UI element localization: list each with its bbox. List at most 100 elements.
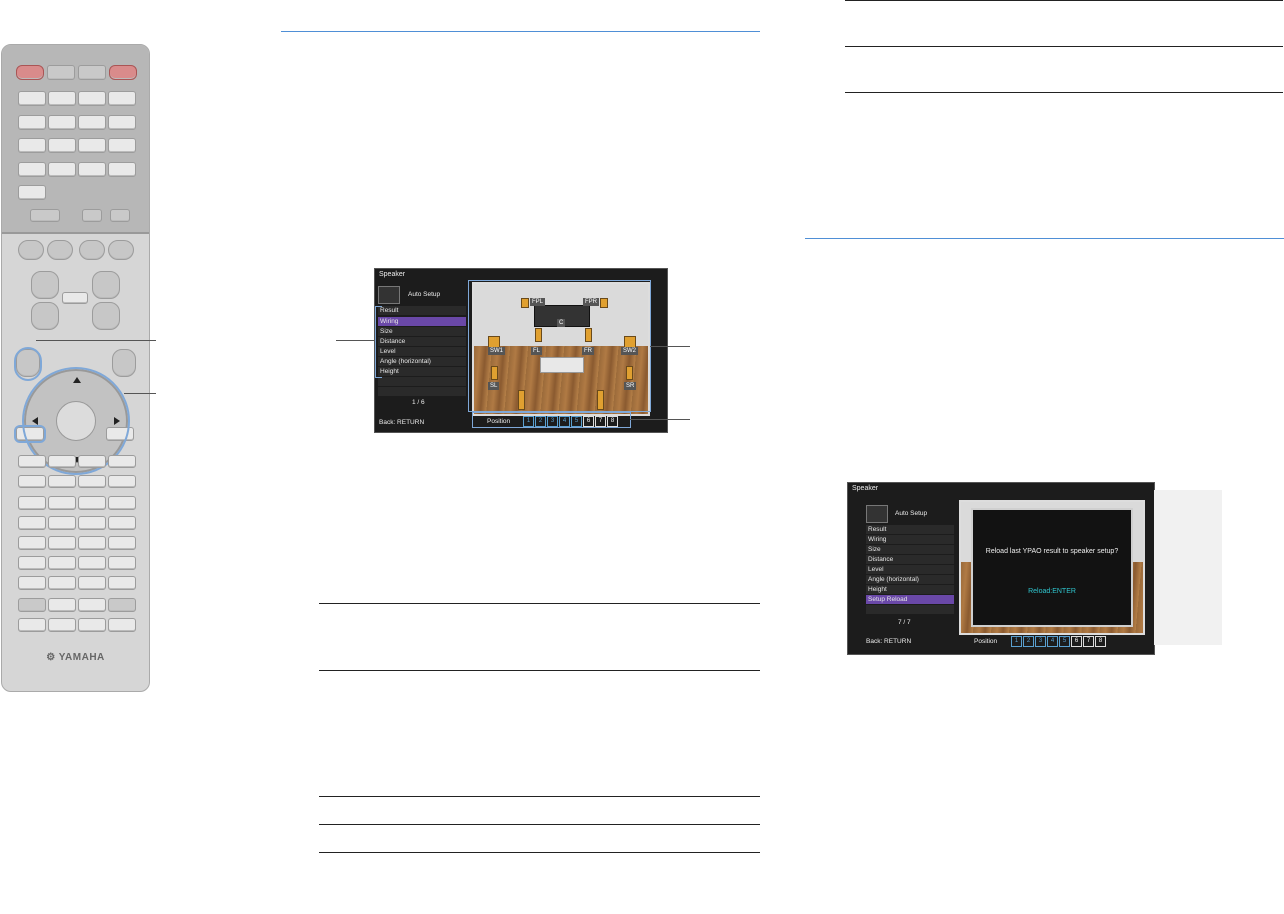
back-hint: Back: RETURN [866,638,912,645]
remote-key [48,598,76,612]
ypao-icon [378,286,400,304]
page-indicator: 7 / 7 [898,619,911,626]
screen-backdrop [1154,490,1222,645]
remote-key [108,496,136,510]
position-8: 8 [1095,636,1106,647]
reload-dialog: Reload last YPAO result to speaker setup… [971,508,1133,627]
diagram-bracket [468,280,651,412]
screen-title: Speaker [379,271,406,278]
menu-item-empty [378,377,466,386]
screen-title: Speaker [852,485,879,492]
remote-key [78,598,106,612]
remote-key [48,91,76,106]
position-label: Position [974,638,998,645]
remote-key [48,115,76,130]
remote-key [108,115,136,130]
remote-key [78,65,106,80]
power-key [16,65,44,80]
ypao-icon [866,505,888,523]
menu-item-wiring: Wiring [378,317,466,326]
menu-bracket [375,306,382,378]
back-hint: Back: RETURN [379,419,425,426]
remote-key [48,455,76,468]
remote-key [18,115,46,130]
section-rule [281,31,760,32]
remote-key [78,536,106,550]
remote-key [108,475,136,488]
menu-item-angle: Angle (horizontal) [378,357,466,366]
table-rule [319,796,760,797]
remote-key [108,91,136,106]
table-rule [845,46,1283,47]
remote-control-illustration: ⚙ YAMAHA [1,44,150,692]
remote-key [18,576,46,590]
menu-item-wiring: Wiring [866,535,954,544]
volume-down-key [31,302,59,330]
remote-key [18,162,46,177]
remote-key [18,496,46,510]
remote-key [48,556,76,570]
table-rule [845,0,1283,1]
menu-item-distance: Distance [378,337,466,346]
remote-key [108,162,136,177]
remote-key [108,536,136,550]
menu-item-level: Level [866,565,954,574]
position-3: 3 [1035,636,1046,647]
remote-key [18,185,46,200]
speaker-screen-2: Speaker Auto Setup Result Wiring Size Di… [847,482,1155,655]
remote-key [47,240,73,260]
remote-key [108,598,136,612]
menu-item-size: Size [378,327,466,336]
remote-key [18,556,46,570]
remote-key [78,475,106,488]
remote-key [18,475,46,488]
remote-key [18,516,46,530]
remote-key [78,516,106,530]
menu-item-result: Result [866,525,954,534]
section-rule [805,238,1284,239]
mode-label: Auto Setup [895,510,928,517]
remote-key [108,618,136,632]
remote-key [48,496,76,510]
remote-key [78,618,106,632]
remote-key [78,115,106,130]
remote-key [82,209,102,222]
mode-label: Auto Setup [408,291,441,298]
remote-key [78,576,106,590]
remote-key [78,162,106,177]
menu-item-height: Height [866,585,954,594]
position-6: 6 [1071,636,1082,647]
table-rule [319,670,760,671]
remote-key [110,209,130,222]
menu-item-distance: Distance [866,555,954,564]
callout-line [336,340,375,341]
menu-item-result: Result [378,306,466,315]
remote-key [30,209,60,222]
dialog-message: Reload last YPAO result to speaker setup… [985,548,1119,555]
position-4: 4 [1047,636,1058,647]
menu-item-angle: Angle (horizontal) [866,575,954,584]
remote-key [78,138,106,153]
brand-text: YAMAHA [58,652,105,663]
page-indicator: 1 / 6 [412,399,425,406]
table-rule [319,603,760,604]
remote-key [48,536,76,550]
remote-key [18,138,46,153]
highlight-ring [14,347,42,381]
minus-key [92,302,120,330]
remote-key [48,138,76,153]
remote-key [18,455,46,468]
remote-key [18,240,44,260]
plus-key [92,271,120,299]
position-1: 1 [1011,636,1022,647]
remote-key [48,618,76,632]
remote-key [48,162,76,177]
position-2: 2 [1023,636,1034,647]
position-5: 5 [1059,636,1070,647]
remote-key [112,349,136,377]
callout-line [650,346,690,347]
remote-key [108,516,136,530]
remote-key [18,598,46,612]
remote-key [79,240,105,260]
menu-item-empty [378,387,466,396]
